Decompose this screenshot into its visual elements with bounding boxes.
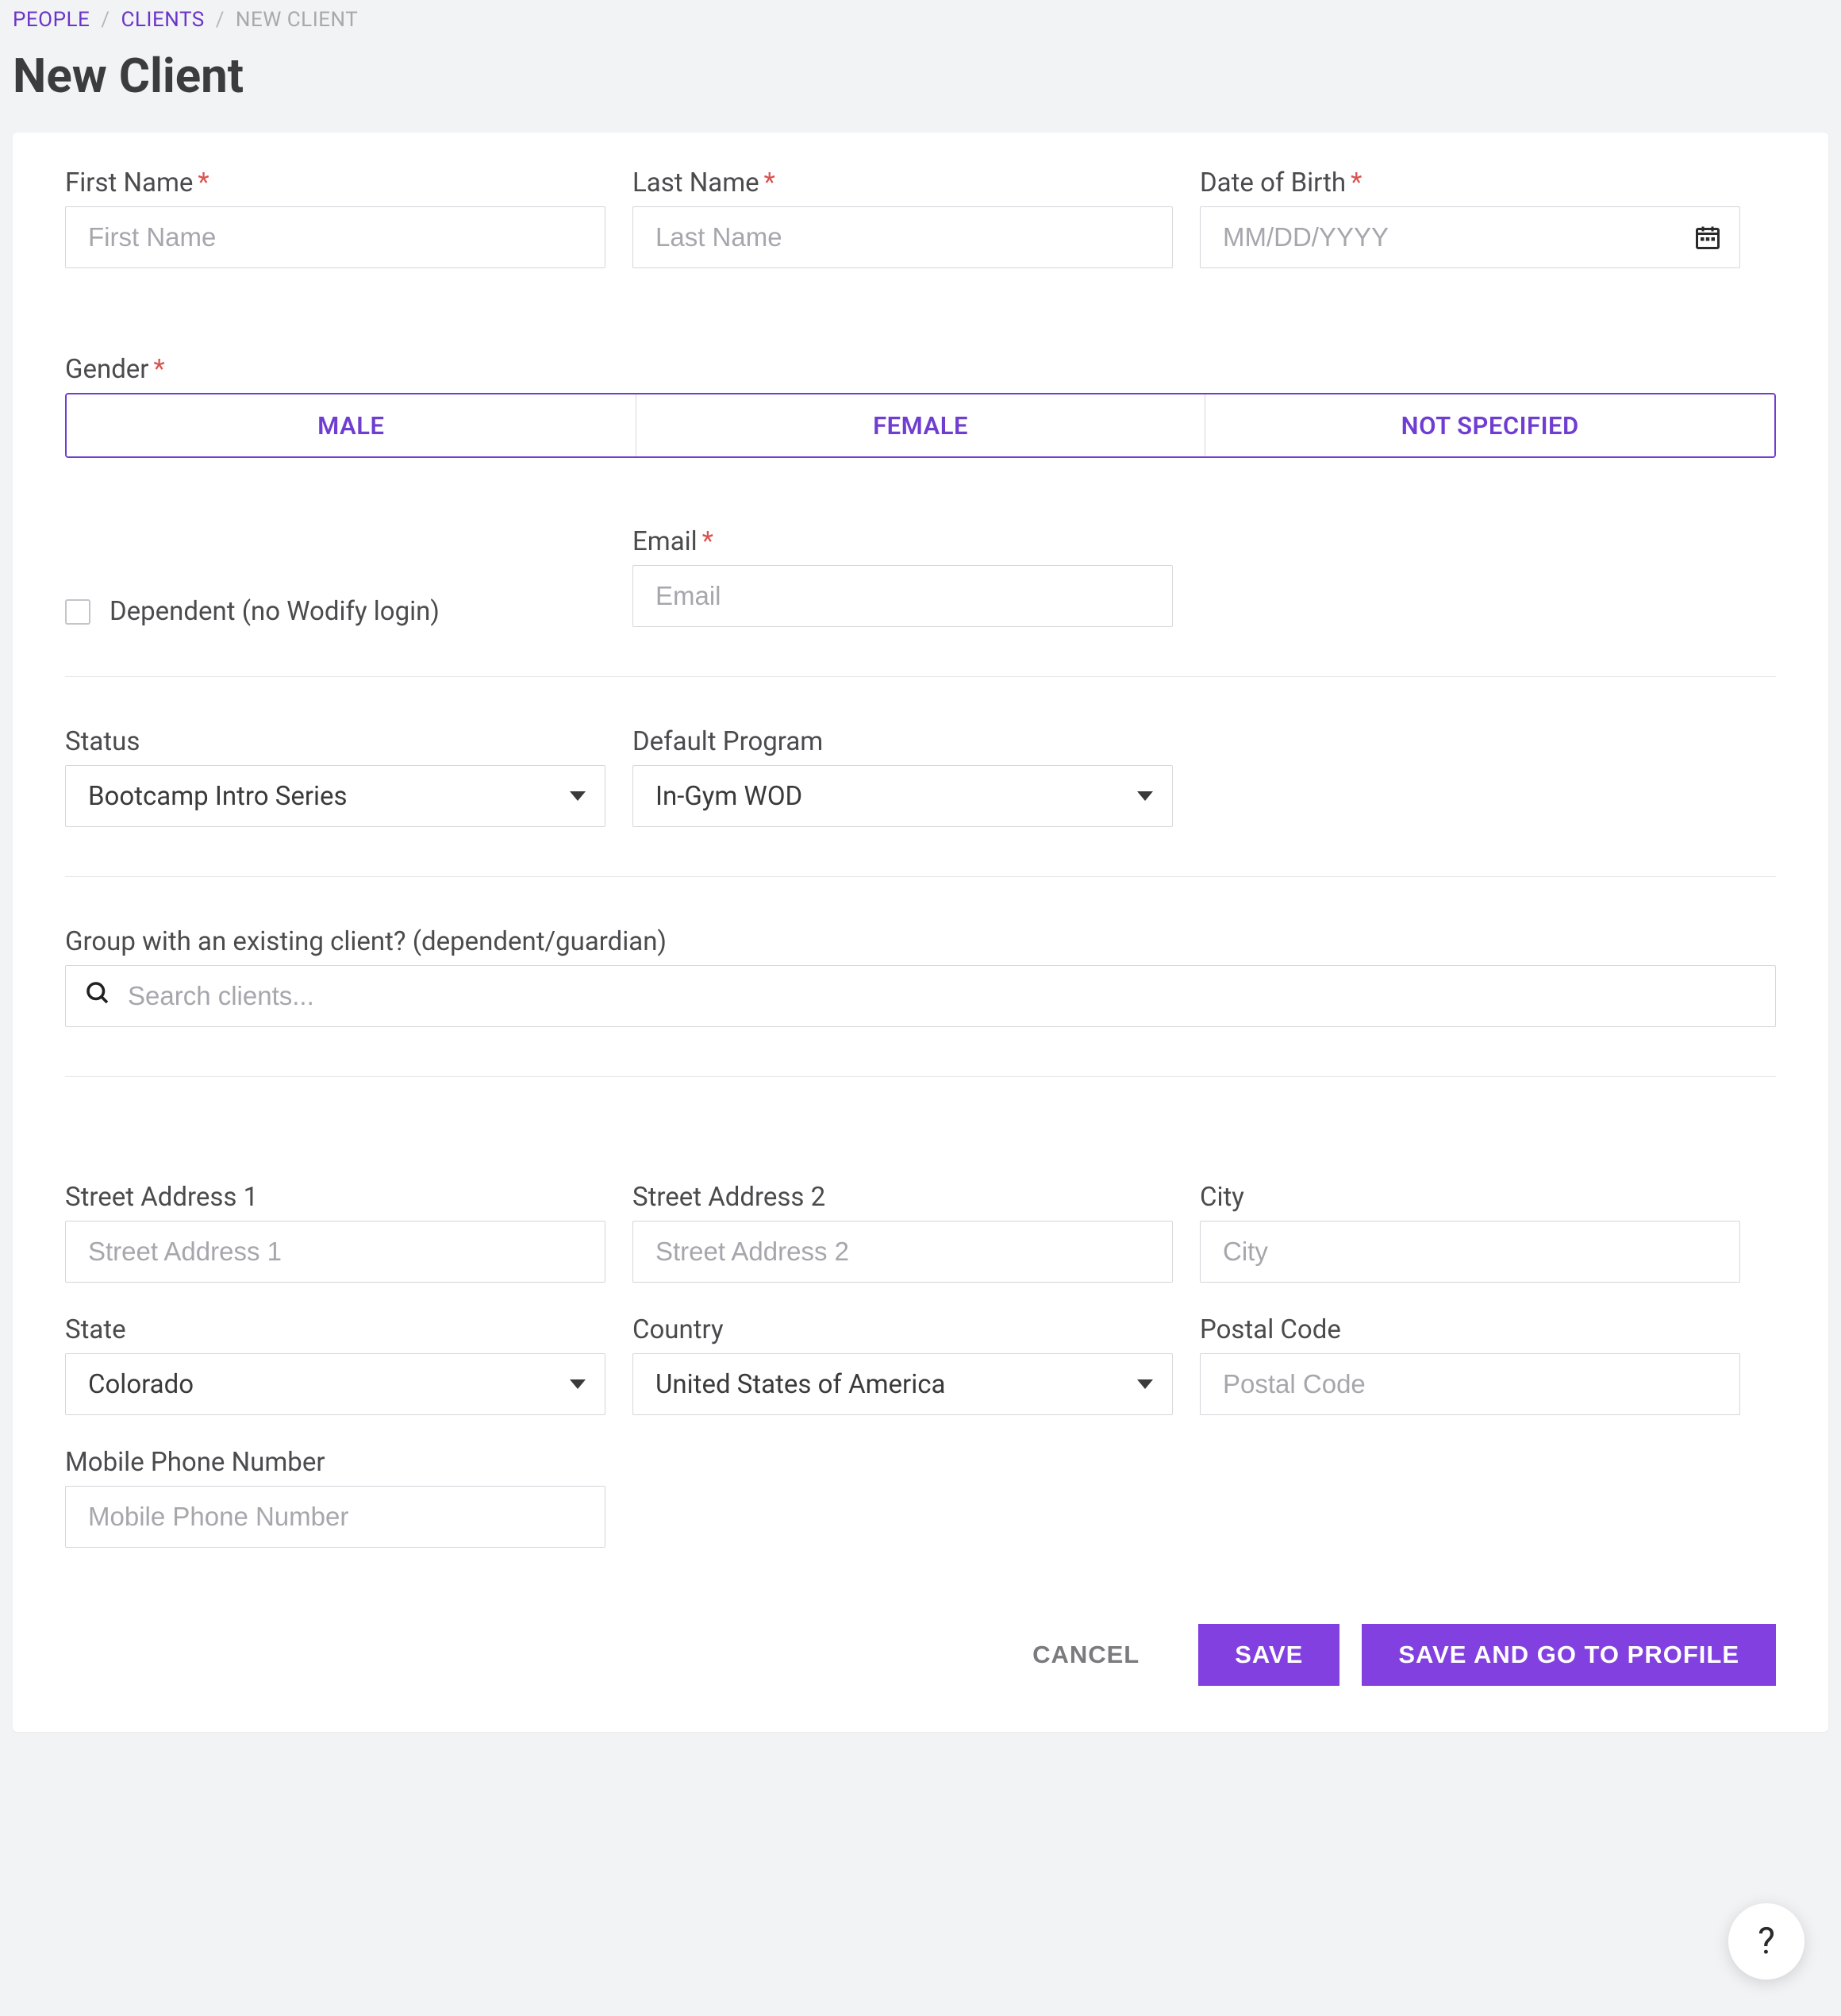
form-card: First Name* Last Name* Date of Birth*: [13, 133, 1828, 1732]
first-name-label: First Name*: [65, 167, 605, 198]
state-label: State: [65, 1314, 605, 1345]
breadcrumb: PEOPLE / CLIENTS / NEW CLIENT: [13, 0, 1828, 41]
save-go-profile-button[interactable]: SAVE AND GO TO PROFILE: [1362, 1624, 1776, 1686]
email-input[interactable]: [632, 565, 1173, 627]
country-label: Country: [632, 1314, 1173, 1345]
breadcrumb-current: NEW CLIENT: [236, 8, 358, 32]
gender-option-not-specified[interactable]: NOT SPECIFIED: [1205, 394, 1774, 456]
breadcrumb-sep-icon: /: [101, 8, 110, 32]
country-select[interactable]: United States of America: [632, 1353, 1173, 1415]
gender-option-female[interactable]: FEMALE: [636, 394, 1206, 456]
status-label: Status: [65, 726, 605, 757]
dob-input[interactable]: [1223, 207, 1692, 267]
breadcrumb-clients[interactable]: CLIENTS: [121, 8, 204, 32]
question-icon: ?: [1758, 1920, 1775, 1963]
default-program-select-value: In-Gym WOD: [655, 781, 802, 812]
divider: [65, 676, 1776, 677]
first-name-input[interactable]: [65, 206, 605, 268]
email-label: Email*: [632, 526, 1173, 557]
breadcrumb-sep-icon: /: [216, 8, 225, 32]
status-select-value: Bootcamp Intro Series: [88, 781, 348, 812]
group-with-search-input[interactable]: [128, 966, 1753, 1026]
street2-input[interactable]: [632, 1221, 1173, 1283]
group-with-label: Group with an existing client? (dependen…: [65, 926, 1776, 957]
gender-segmented-control: MALE FEMALE NOT SPECIFIED: [65, 393, 1776, 458]
chevron-down-icon: [1137, 791, 1153, 801]
dob-input-wrapper[interactable]: [1200, 206, 1740, 268]
chevron-down-icon: [570, 791, 586, 801]
gender-option-male[interactable]: MALE: [67, 394, 636, 456]
divider: [65, 876, 1776, 877]
dependent-checkbox[interactable]: [65, 599, 90, 625]
postal-input[interactable]: [1200, 1353, 1740, 1415]
postal-label: Postal Code: [1200, 1314, 1740, 1345]
divider: [65, 1076, 1776, 1077]
dependent-checkbox-label: Dependent (no Wodify login): [110, 596, 440, 627]
status-select[interactable]: Bootcamp Intro Series: [65, 765, 605, 827]
default-program-label: Default Program: [632, 726, 1173, 757]
chevron-down-icon: [570, 1379, 586, 1389]
street1-label: Street Address 1: [65, 1182, 605, 1213]
help-fab[interactable]: ?: [1728, 1903, 1804, 1979]
save-button[interactable]: SAVE: [1198, 1624, 1339, 1686]
city-input[interactable]: [1200, 1221, 1740, 1283]
state-select[interactable]: Colorado: [65, 1353, 605, 1415]
breadcrumb-people[interactable]: PEOPLE: [13, 8, 90, 32]
city-label: City: [1200, 1182, 1740, 1213]
dependent-checkbox-row[interactable]: Dependent (no Wodify login): [65, 596, 605, 627]
street1-input[interactable]: [65, 1221, 605, 1283]
chevron-down-icon: [1137, 1379, 1153, 1389]
dob-label: Date of Birth*: [1200, 167, 1740, 198]
search-icon: [83, 979, 112, 1014]
street2-label: Street Address 2: [632, 1182, 1173, 1213]
page-title: New Client: [13, 41, 1828, 133]
last-name-label: Last Name*: [632, 167, 1173, 198]
last-name-input[interactable]: [632, 206, 1173, 268]
footer-actions: CANCEL SAVE SAVE AND GO TO PROFILE: [65, 1624, 1776, 1686]
calendar-icon[interactable]: [1692, 221, 1724, 253]
mobile-label: Mobile Phone Number: [65, 1447, 605, 1478]
country-select-value: United States of America: [655, 1369, 945, 1400]
group-with-search[interactable]: [65, 965, 1776, 1027]
state-select-value: Colorado: [88, 1369, 194, 1400]
mobile-input[interactable]: [65, 1486, 605, 1548]
gender-label: Gender*: [65, 354, 1776, 385]
default-program-select[interactable]: In-Gym WOD: [632, 765, 1173, 827]
cancel-button[interactable]: CANCEL: [996, 1624, 1176, 1686]
